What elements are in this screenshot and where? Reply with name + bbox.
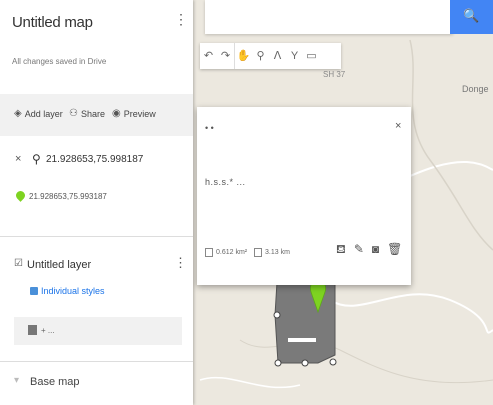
add-layer-label: Add layer [24, 109, 63, 119]
preview-button[interactable]: ◉ Preview [112, 108, 156, 120]
search-result-header: × ⚲ 21.928653,75.998187 [0, 150, 193, 172]
layer-options-icon[interactable]: ⋮ [174, 256, 187, 269]
divider [0, 361, 193, 362]
camera-icon[interactable]: ◙ [372, 242, 379, 258]
feature-name: + ... [41, 326, 55, 335]
result-coordinates: 21.928653,75.993187 [29, 192, 107, 201]
paint-bucket-icon[interactable]: ⛾ [336, 242, 346, 258]
feature-item[interactable]: + ... [14, 317, 182, 345]
save-status: All changes saved in Drive [12, 57, 107, 66]
popup-actions: ⛾ ✎ ◙ 🗑 [336, 242, 402, 258]
map-title[interactable]: Untitled map [12, 14, 93, 31]
layers-icon: ◈ [14, 108, 22, 119]
map-search-input[interactable] [205, 0, 453, 34]
polygon-label-bar [288, 338, 316, 342]
close-icon[interactable]: × [395, 120, 401, 132]
search-icon: ⚲ [32, 152, 41, 166]
search-icon: 🔍 [463, 8, 480, 23]
add-layer-button[interactable]: ◈ Add layer [14, 108, 63, 120]
marker-icon[interactable]: ⚲ [252, 43, 269, 69]
layer-item: ☑ Untitled layer ⋮ Individual styles [0, 256, 193, 316]
ruler-icon[interactable]: ▭ [303, 43, 320, 69]
individual-styles-link[interactable]: Individual styles [30, 286, 105, 296]
draw-line-icon[interactable]: ⴷ [269, 43, 286, 69]
popup-title: • • [205, 123, 214, 133]
vertex-handle [273, 311, 281, 319]
popup-description: h.s.s.* ... [205, 177, 246, 187]
share-button[interactable]: ⚇ Share [69, 108, 105, 120]
vertex-handle [301, 359, 309, 367]
perimeter-value: 3.13 km [265, 249, 290, 256]
route-icon[interactable]: Y [286, 43, 303, 69]
feature-info-popup: • • × h.s.s.* ... 0.612 km² 3.13 km ⛾ ✎ … [197, 107, 411, 285]
undo-icon[interactable]: ↶ [200, 43, 217, 69]
redo-icon[interactable]: ↷ [217, 43, 234, 69]
map-road-label: SH 37 [323, 70, 346, 79]
edit-pencil-icon[interactable]: ✎ [354, 242, 364, 258]
area-measure: 0.612 km² [205, 248, 247, 257]
base-map-section[interactable]: ▾ Base map [0, 373, 193, 393]
map-place-label: Donge [462, 84, 489, 94]
base-map-label: Base map [30, 376, 80, 388]
delete-trash-icon[interactable]: 🗑 [387, 242, 402, 258]
expand-icon[interactable]: ▾ [14, 375, 19, 386]
hand-icon[interactable]: ✋ [234, 43, 252, 69]
polygon-icon [28, 325, 37, 335]
panel-actions: ◈ Add layer ⚇ Share ◉ Preview [0, 94, 193, 136]
preview-label: Preview [123, 109, 156, 119]
add-person-icon: ⚇ [69, 108, 78, 119]
map-toolbar: ↶ ↷ ✋ ⚲ ⴷ Y ▭ [200, 43, 341, 69]
search-result-item[interactable]: 21.928653,75.993187 [0, 189, 193, 211]
vertex-handle [274, 359, 282, 367]
layer-checkbox[interactable]: ☑ [14, 258, 23, 269]
perimeter-measure: 3.13 km [254, 248, 290, 257]
layer-name[interactable]: Untitled layer [27, 259, 91, 271]
map-sidebar: Untitled map ⋮ All changes saved in Driv… [0, 0, 193, 405]
divider [0, 236, 193, 237]
vertex-handle [329, 358, 337, 366]
area-value: 0.612 km² [216, 249, 248, 256]
map-polygon [274, 281, 336, 364]
perimeter-icon [254, 248, 262, 257]
area-icon [205, 248, 213, 257]
search-query-text: 21.928653,75.998187 [46, 154, 144, 165]
share-label: Share [80, 109, 105, 119]
close-icon[interactable]: × [15, 153, 21, 165]
map-search-button[interactable]: 🔍 [450, 0, 493, 34]
eye-icon: ◉ [112, 108, 121, 119]
more-options-icon[interactable]: ⋮ [174, 12, 188, 26]
individual-styles-label: Individual styles [41, 286, 105, 296]
green-pin-icon [14, 189, 27, 202]
paint-roller-icon [30, 287, 38, 295]
